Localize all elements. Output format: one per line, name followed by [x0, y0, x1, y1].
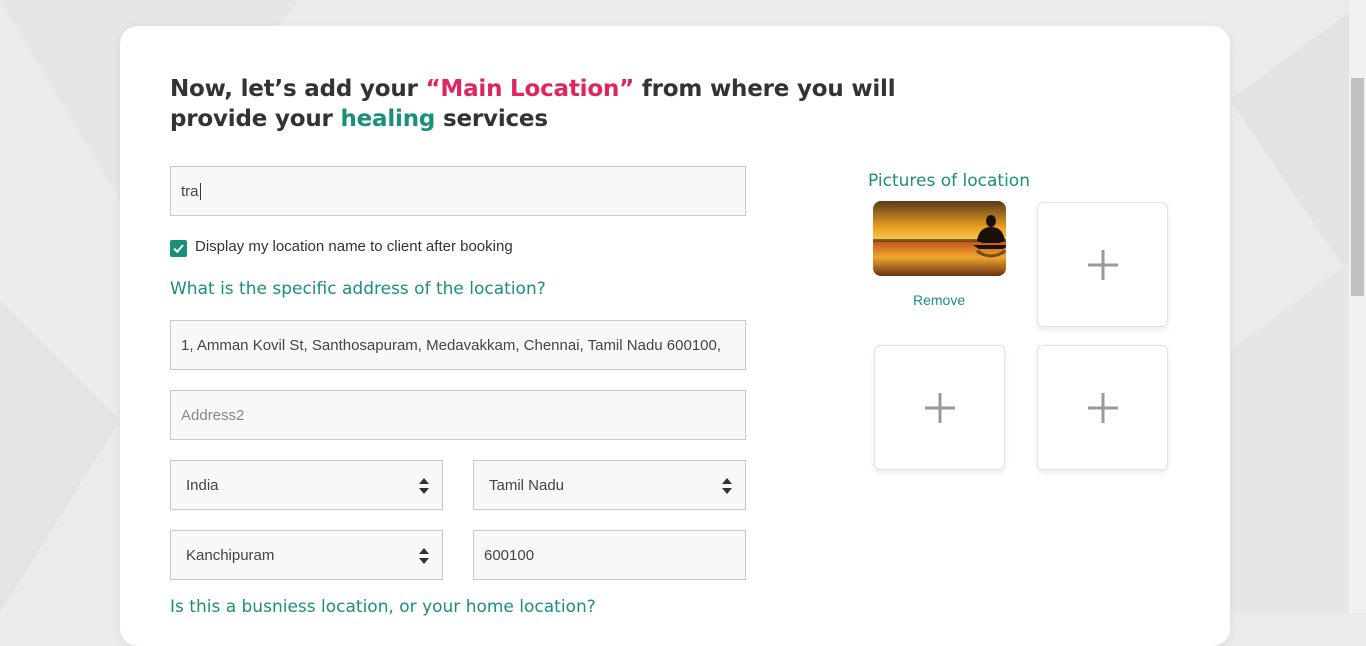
title-highlight-main-location: “Main Location”: [425, 76, 635, 102]
state-select[interactable]: Tamil Nadu: [473, 460, 746, 510]
checkmark-icon: [173, 244, 184, 254]
display-location-label: Display my location name to client after…: [195, 238, 513, 255]
city-select[interactable]: Kanchipuram: [170, 530, 443, 580]
add-photo-button[interactable]: [874, 345, 1005, 470]
remove-photo-link[interactable]: Remove: [913, 292, 965, 308]
page-title: Now, let’s add your “Main Location” from…: [170, 74, 930, 134]
address1-input[interactable]: 1, Amman Kovil St, Santhosapuram, Medava…: [170, 320, 746, 370]
scrollbar-thumb[interactable]: [1351, 78, 1364, 296]
country-select[interactable]: India: [170, 460, 443, 510]
plus-icon: [1087, 392, 1118, 423]
location-name-value: tra: [181, 182, 199, 200]
title-text-3: services: [435, 106, 548, 132]
zip-input[interactable]: 600100: [473, 530, 746, 580]
text-caret: [199, 182, 201, 200]
select-arrows-icon: [419, 478, 429, 494]
pictures-title: Pictures of location: [868, 171, 1030, 191]
page-scrollbar[interactable]: [1349, 0, 1366, 613]
meditation-sunset-image: [873, 201, 1006, 276]
country-value: India: [186, 476, 219, 494]
address2-placeholder: Address2: [181, 406, 245, 424]
city-value: Kanchipuram: [186, 546, 275, 564]
address-question: What is the specific address of the loca…: [170, 279, 546, 299]
plus-icon: [1087, 249, 1118, 280]
state-value: Tamil Nadu: [489, 476, 565, 494]
location-form-card: Now, let’s add your “Main Location” from…: [120, 26, 1230, 646]
title-text-1: Now, let’s add your: [170, 76, 426, 102]
add-photo-button[interactable]: [1037, 345, 1168, 470]
location-type-question: Is this a busniess location, or your hom…: [170, 597, 596, 617]
select-arrows-icon: [419, 548, 429, 564]
address1-value: 1, Amman Kovil St, Santhosapuram, Medava…: [181, 336, 722, 354]
location-name-input[interactable]: tra: [170, 166, 746, 216]
title-highlight-healing: healing: [340, 106, 436, 132]
select-arrows-icon: [722, 478, 732, 494]
plus-icon: [924, 392, 955, 423]
address2-input[interactable]: Address2: [170, 390, 746, 440]
zip-value: 600100: [484, 546, 535, 564]
display-location-checkbox[interactable]: [170, 240, 187, 257]
location-photo-thumbnail: [873, 201, 1006, 276]
add-photo-button[interactable]: [1037, 202, 1168, 327]
